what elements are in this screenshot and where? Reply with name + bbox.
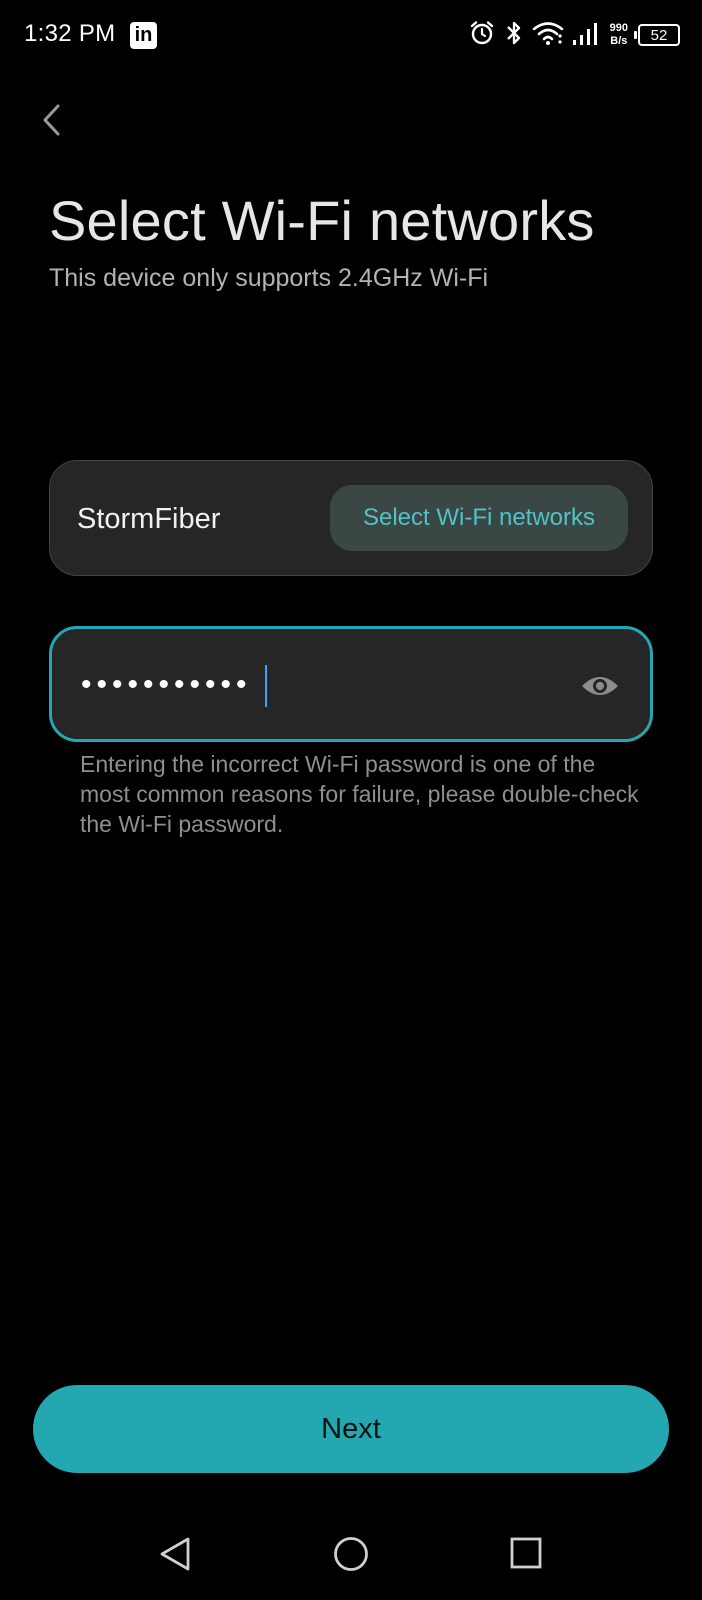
network-card: StormFiber Select Wi-Fi networks	[49, 460, 653, 576]
text-cursor	[265, 665, 267, 707]
network-name: StormFiber	[77, 503, 221, 535]
linkedin-icon: in	[130, 22, 157, 49]
select-network-button[interactable]: Select Wi-Fi networks	[330, 485, 628, 551]
screen: 1:32 PM in 990 B/s 52 Select Wi-Fi netwo…	[0, 0, 702, 1600]
nav-recents-icon[interactable]	[510, 1537, 542, 1569]
battery-icon: 52	[634, 24, 680, 46]
next-button[interactable]: Next	[33, 1385, 669, 1473]
navigation-bar	[0, 1520, 702, 1590]
wifi-icon	[532, 20, 564, 51]
status-time: 1:32 PM	[24, 20, 116, 47]
password-field[interactable]: •••••••••••	[49, 626, 653, 742]
page-title: Select Wi-Fi networks	[49, 189, 595, 252]
signal-icon	[572, 20, 598, 51]
back-button[interactable]	[36, 100, 70, 140]
status-bar: 1:32 PM in 990 B/s 52	[0, 0, 702, 70]
status-icons: 990 B/s 52	[460, 18, 680, 52]
network-speed-value: 990	[609, 22, 628, 34]
page-subtitle: This device only supports 2.4GHz Wi-Fi	[49, 264, 489, 292]
network-speed-unit: B/s	[610, 35, 628, 47]
nav-back-icon[interactable]	[158, 1536, 192, 1572]
password-hint: Entering the incorrect Wi-Fi password is…	[80, 751, 639, 837]
nav-home-icon[interactable]	[333, 1536, 369, 1572]
alarm-icon	[468, 19, 496, 52]
bluetooth-icon	[504, 19, 524, 52]
chevron-left-icon	[43, 104, 60, 136]
eye-icon[interactable]	[580, 672, 620, 700]
battery-level: 52	[650, 26, 668, 44]
network-speed: 990 B/s	[610, 22, 628, 48]
password-input[interactable]: •••••••••••	[81, 665, 252, 705]
